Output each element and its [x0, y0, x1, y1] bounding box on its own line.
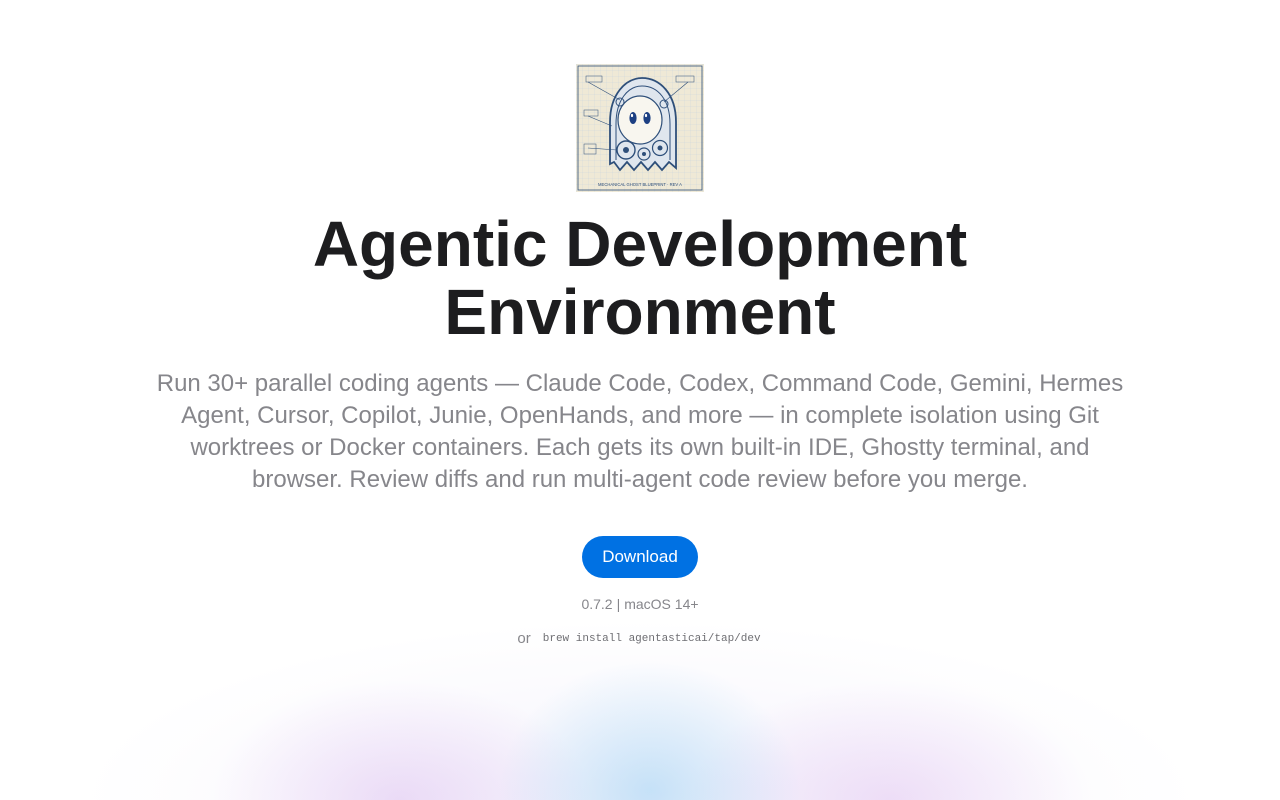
- hero-section: MECHANICAL GHOST BLUEPRINT · REV A Agent…: [0, 0, 1280, 647]
- platform-requirement: macOS 14+: [624, 596, 699, 612]
- mechanical-ghost-blueprint-icon: MECHANICAL GHOST BLUEPRINT · REV A: [576, 64, 704, 192]
- download-button[interactable]: Download: [582, 536, 698, 578]
- version-separator: |: [616, 596, 621, 612]
- brew-command[interactable]: brew install agentasticai/tap/dev: [541, 631, 763, 647]
- logo-caption: MECHANICAL GHOST BLUEPRINT · REV A: [598, 182, 682, 187]
- version-info: 0.7.2 | macOS 14+: [581, 596, 698, 612]
- hero-subtitle: Run 30+ parallel coding agents — Claude …: [156, 370, 1124, 493]
- brew-install: or brew install agentasticai/tap/dev: [517, 630, 762, 647]
- brew-or-label: or: [517, 630, 531, 647]
- landing-page: MECHANICAL GHOST BLUEPRINT · REV A Agent…: [0, 0, 1280, 800]
- page-title: Agentic Development Environment: [312, 208, 968, 348]
- version-number: 0.7.2: [581, 596, 613, 612]
